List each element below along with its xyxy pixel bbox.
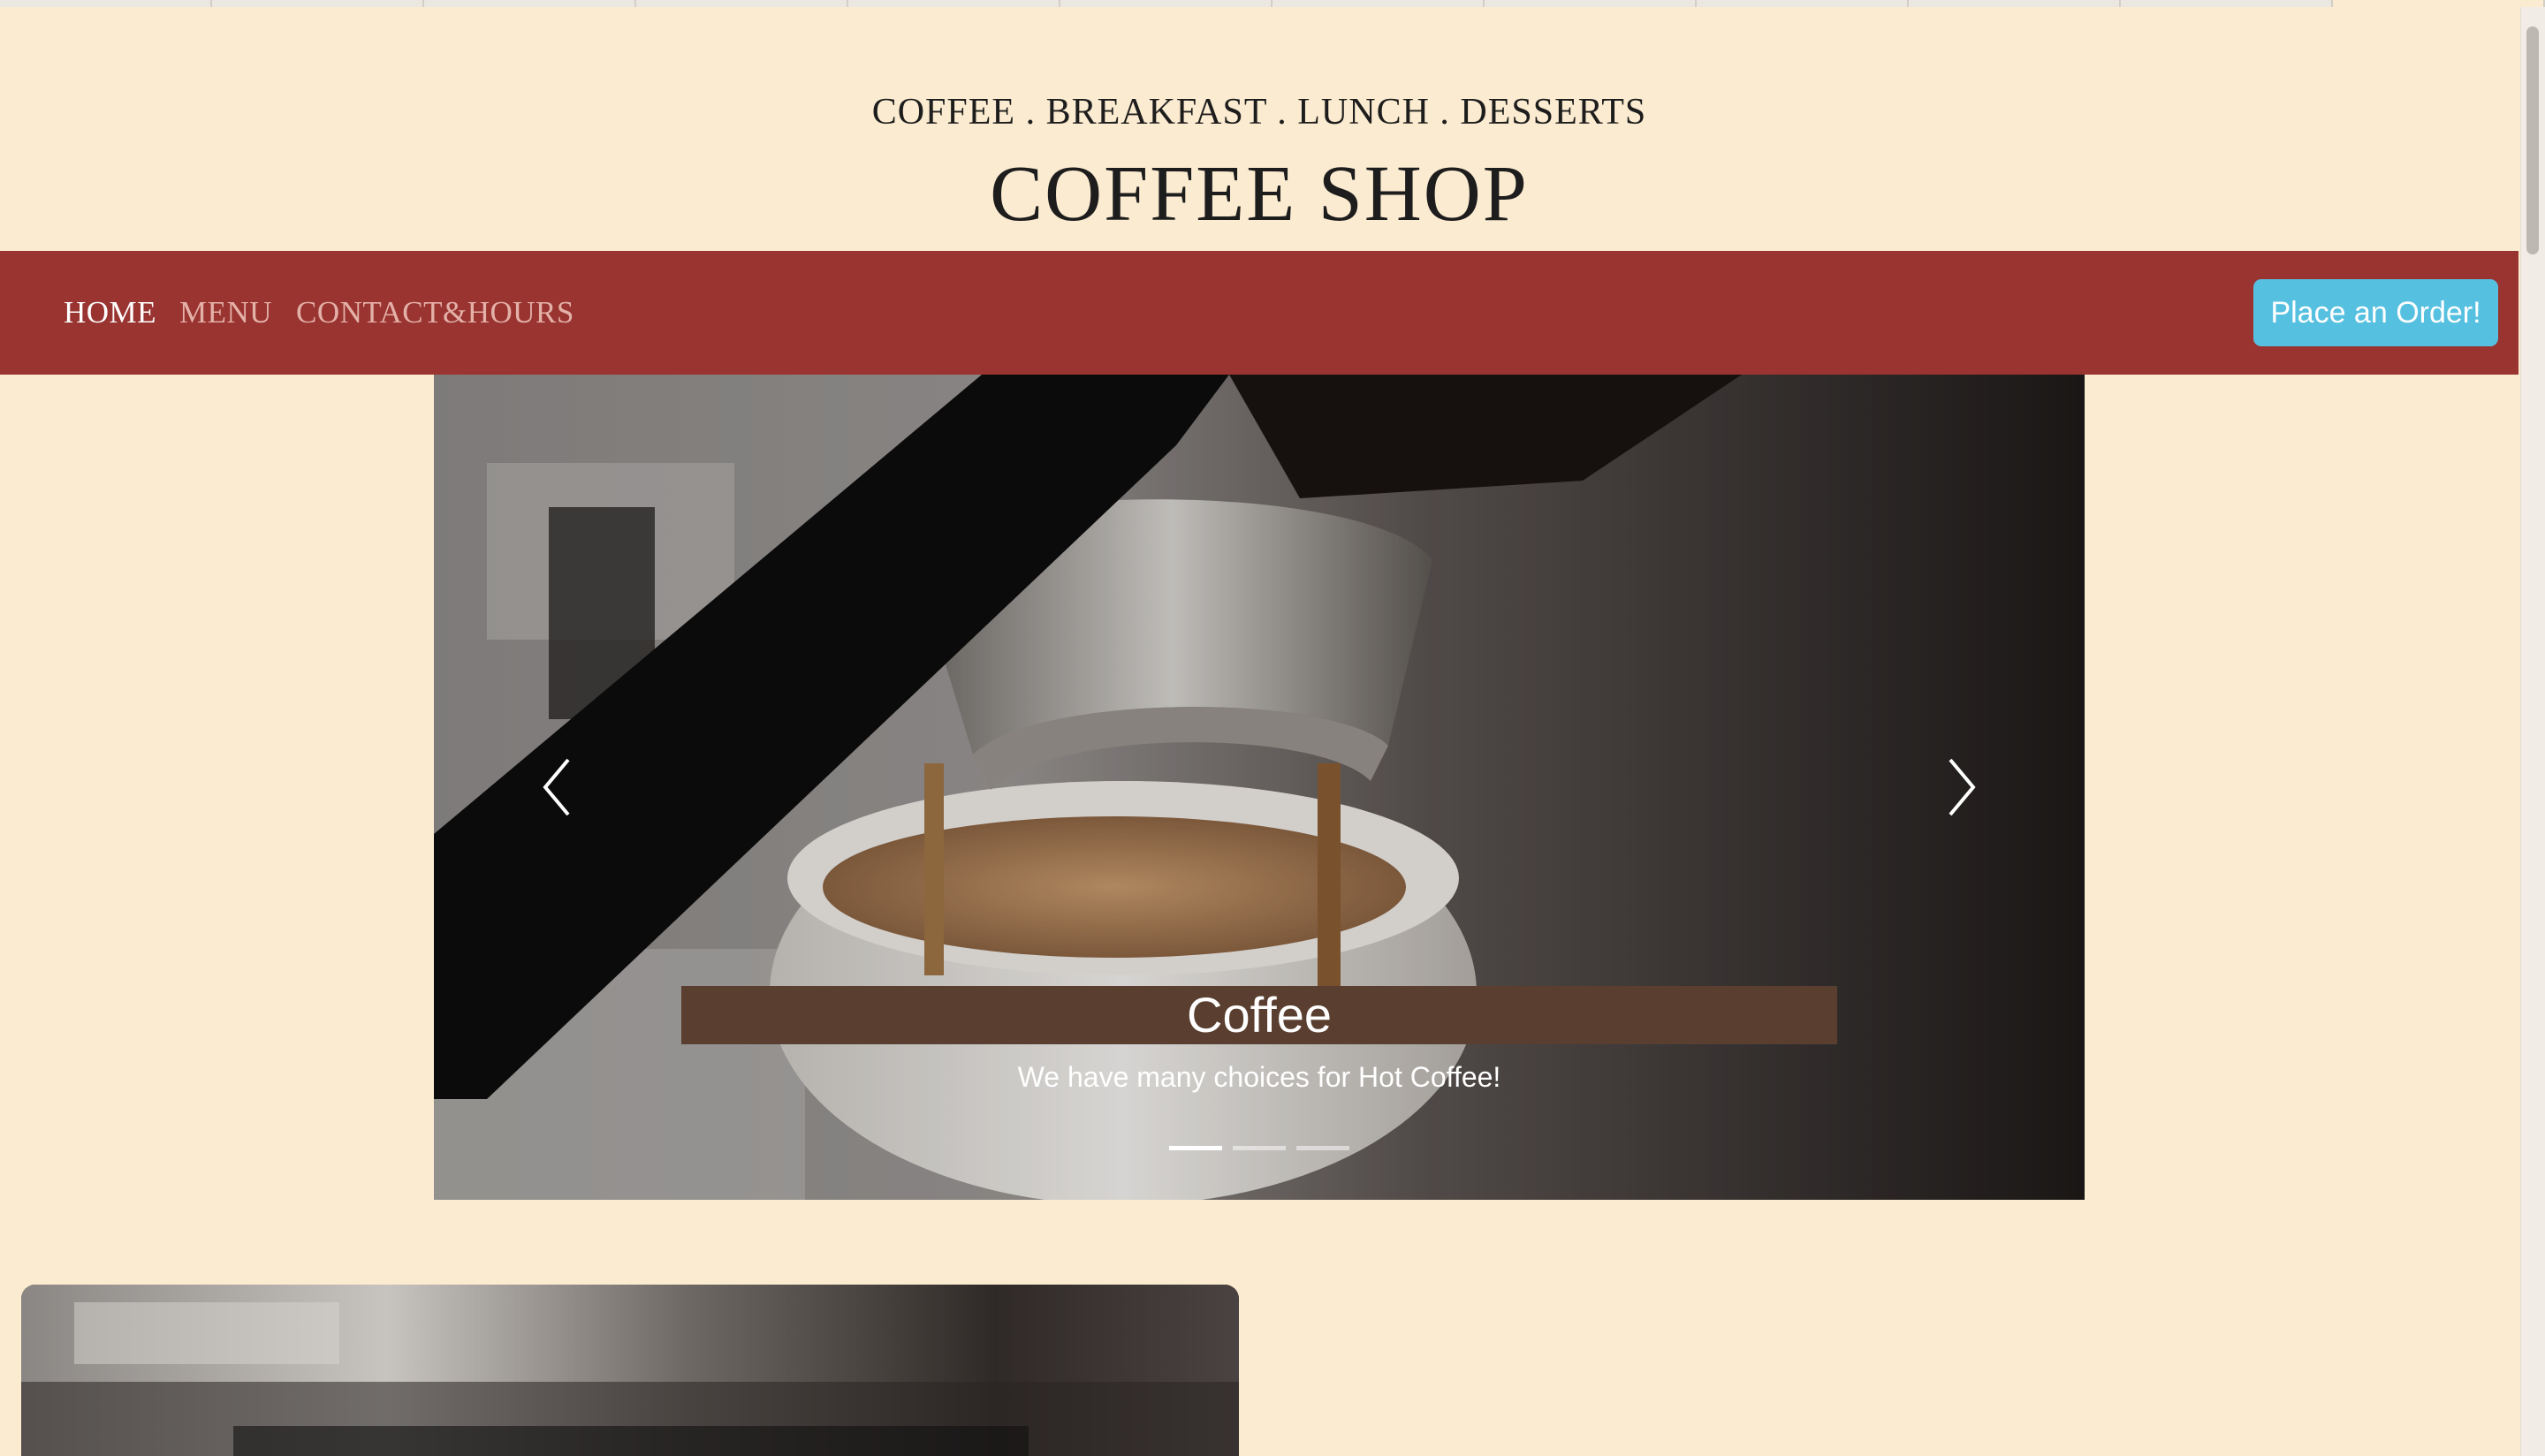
espresso-machine-photo [21,1285,1239,1456]
carousel-caption-title: Coffee [681,986,1837,1044]
browser-tab[interactable] [212,0,424,7]
navbar: HOME MENU CONTACT&HOURS Place an Order! [0,251,2518,375]
content-card-image [21,1285,1239,1456]
browser-tab-active[interactable] [2333,0,2545,7]
nav-contact-hours-link[interactable]: CONTACT&HOURS [296,295,574,330]
browser-tab[interactable] [1485,0,1697,7]
carousel-caption-text: We have many choices for Hot Coffee! [1017,1061,1501,1093]
carousel-indicators [1169,1146,1349,1150]
browser-tab[interactable] [1272,0,1485,7]
browser-tab[interactable] [2121,0,2333,7]
browser-tab[interactable] [0,0,212,7]
carousel-indicator-3[interactable] [1296,1146,1349,1150]
image-carousel: Coffee We have many choices for Hot Coff… [434,375,2085,1200]
browser-tab[interactable] [1909,0,2121,7]
site-title: COFFEE SHOP [990,150,1529,238]
browser-tab[interactable] [1697,0,1909,7]
carousel-indicator-2[interactable] [1233,1146,1286,1150]
chevron-right-icon[interactable] [1943,756,1979,818]
browser-tab[interactable] [1060,0,1272,7]
browser-tab[interactable] [424,0,636,7]
tagline: COFFEE . BREAKFAST . LUNCH . DESSERTS [871,92,1647,133]
nav-home-link[interactable]: HOME [64,295,156,330]
page-scrollbar[interactable] [2520,7,2545,1456]
scrollbar-thumb[interactable] [2526,27,2539,254]
browser-tab-strip [0,0,2545,7]
place-order-button[interactable]: Place an Order! [2253,279,2498,346]
nav-menu-link[interactable]: MENU [179,295,272,330]
browser-tab[interactable] [848,0,1060,7]
chevron-left-icon[interactable] [540,756,575,818]
carousel-indicator-1[interactable] [1169,1146,1222,1150]
browser-tab[interactable] [636,0,848,7]
